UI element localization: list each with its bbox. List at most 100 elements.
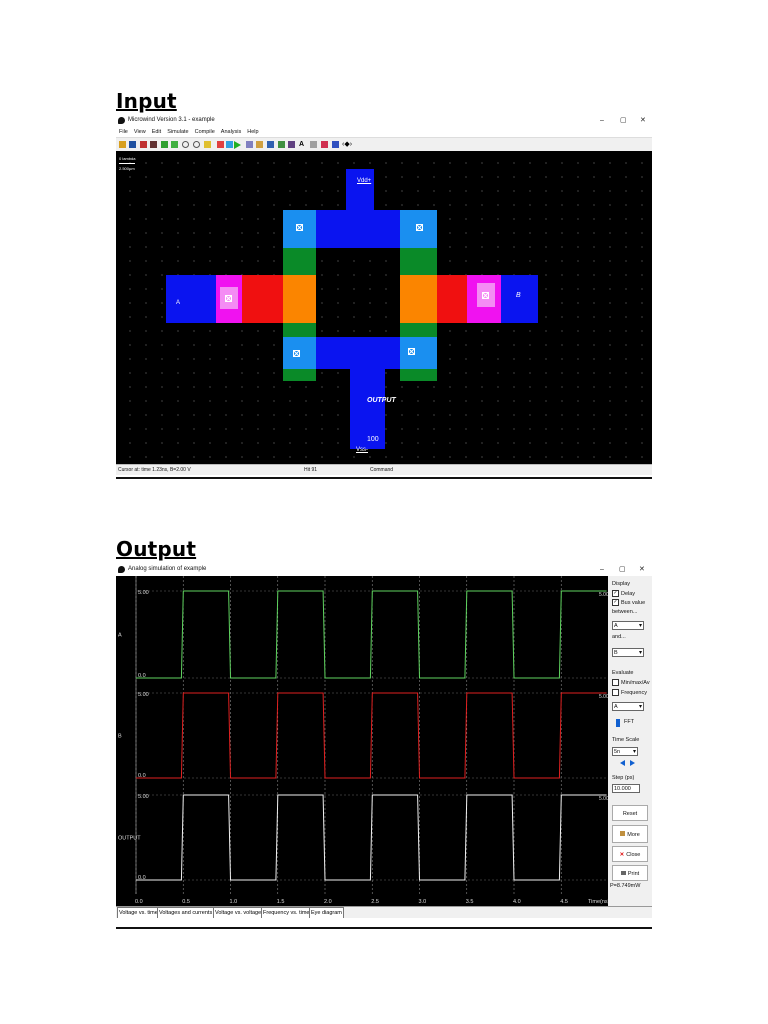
- close-button[interactable]: ✕: [640, 114, 646, 127]
- layout-canvas[interactable]: 0 lambda 2.500µm Vdd+ A B OUTPUT 100 Vss…: [116, 151, 652, 464]
- process-icon[interactable]: [288, 141, 295, 148]
- graph-icon[interactable]: [321, 141, 328, 148]
- open-icon[interactable]: [119, 141, 126, 148]
- cut-icon[interactable]: [217, 141, 224, 148]
- scale-bar: [119, 163, 135, 164]
- view-icon[interactable]: [226, 141, 233, 148]
- menu-file[interactable]: File: [119, 129, 128, 135]
- step-label: Step (ps): [612, 775, 635, 781]
- series-name-label: A: [118, 633, 122, 639]
- check-icon[interactable]: [267, 141, 274, 148]
- sim-maximize-button[interactable]: ▢: [619, 563, 626, 576]
- zoom-out-icon[interactable]: [193, 141, 200, 148]
- save-icon[interactable]: [129, 141, 136, 148]
- menu-compile[interactable]: Compile: [195, 129, 215, 135]
- ruler-icon[interactable]: [150, 141, 157, 148]
- layout-editor-window: Microwind Version 3.1 - example – ▢ ✕ Fi…: [116, 114, 652, 479]
- evaluate-select[interactable]: A: [612, 702, 644, 711]
- hit-status: Hit 91: [304, 467, 318, 473]
- input-b-label: B: [516, 292, 521, 299]
- x-tick-label: 1.0: [230, 899, 238, 905]
- contact-bottom-right-icon: [408, 348, 415, 355]
- sim-minimize-button[interactable]: –: [600, 563, 604, 576]
- text-icon[interactable]: A: [299, 141, 306, 148]
- mesh-icon[interactable]: [278, 141, 285, 148]
- frequency-label: Frequency: [621, 689, 647, 696]
- input-b-metal: [501, 275, 538, 323]
- between-label: between...: [612, 609, 638, 615]
- contact-b-icon: [482, 292, 489, 299]
- y-high-label: 5.00: [138, 692, 149, 698]
- pmos-right-active: [400, 248, 437, 276]
- step-input[interactable]: 10.000: [612, 784, 640, 793]
- zoom-in-icon[interactable]: [182, 141, 189, 148]
- layer-icon[interactable]: [171, 141, 178, 148]
- input-a-metal: [166, 275, 216, 323]
- bus-value-checkbox[interactable]: ✓ Bus value: [612, 599, 645, 606]
- between-select[interactable]: A: [612, 621, 644, 630]
- tab-frequency-vs-time[interactable]: Frequency vs. time: [261, 907, 312, 918]
- contact-a-icon: [225, 295, 232, 302]
- fit-icon[interactable]: [204, 141, 211, 148]
- series-name-label: B: [118, 734, 122, 740]
- minimize-button[interactable]: –: [600, 114, 604, 127]
- scroll-right-icon[interactable]: [630, 760, 635, 766]
- scale-label-um: 2.500µm: [119, 166, 135, 171]
- close-x-icon: ✕: [619, 852, 625, 858]
- menu-bar: File View Edit Simulate Compile Analysis Help: [116, 127, 652, 137]
- x-tick-label: 0.0: [135, 899, 143, 905]
- pen-icon[interactable]: [140, 141, 147, 148]
- more-button[interactable]: More: [612, 825, 648, 843]
- bus-value-label: Bus value: [621, 599, 646, 606]
- mos-icon[interactable]: [246, 141, 253, 148]
- y-low-label: 0.0: [138, 773, 146, 779]
- close-label: Close: [626, 852, 641, 858]
- nmos-left-active: [283, 323, 316, 337]
- move-arrows-icon[interactable]: ‹◆›: [342, 141, 355, 148]
- print-button[interactable]: Print: [612, 865, 648, 881]
- x-tick-label: 4.0: [513, 899, 521, 905]
- tab-voltages-and-currents[interactable]: Voltages and currents: [157, 907, 215, 918]
- frequency-checkbox[interactable]: Frequency: [612, 689, 647, 696]
- waveform-plot[interactable]: 5.00 0.0 A 5.00 5.00 0.0 B 5.00 5.00 0.0 OUTPUT 5.0…: [116, 576, 608, 906]
- fft-button[interactable]: FFT: [616, 718, 636, 728]
- delay-label: Delay: [621, 590, 636, 597]
- time-scale-select[interactable]: 5n: [612, 747, 638, 756]
- menu-edit[interactable]: Edit: [152, 129, 161, 135]
- reset-button[interactable]: Reset: [612, 805, 648, 821]
- nmos-right-active: [400, 323, 437, 337]
- fft-label: FFT: [624, 719, 635, 725]
- tab-voltage-vs-time[interactable]: Voltage vs. time: [117, 907, 160, 918]
- delay-checkbox[interactable]: ✓ Delay: [612, 590, 635, 597]
- right-value-label: 5.00: [599, 592, 608, 598]
- menu-help[interactable]: Help: [247, 129, 258, 135]
- tab-voltage-vs-voltage[interactable]: Voltage vs. voltage: [213, 907, 264, 918]
- value-100-label: 100: [367, 436, 379, 443]
- minmax-label: Min/max/Av: [621, 679, 650, 686]
- frequency-check-icon: [612, 689, 619, 696]
- menu-analysis[interactable]: Analysis: [221, 129, 241, 135]
- and-select[interactable]: B: [612, 648, 644, 657]
- printer-icon: [620, 871, 626, 875]
- menu-view[interactable]: View: [134, 129, 146, 135]
- close-sim-button[interactable]: ✕ Close: [612, 846, 648, 862]
- menu-simulate[interactable]: Simulate: [167, 129, 188, 135]
- sim-close-button[interactable]: ✕: [639, 563, 645, 576]
- x-tick-label: 2.5: [371, 899, 379, 905]
- nmos-left-bottom: [283, 369, 316, 381]
- run-simulation-icon[interactable]: [234, 141, 241, 149]
- maximize-button[interactable]: ▢: [620, 114, 627, 127]
- x-unit-label: Time(ns): [588, 899, 608, 905]
- nmos-right-bottom: [400, 369, 437, 381]
- wire-icon[interactable]: [256, 141, 263, 148]
- chip-icon[interactable]: [332, 141, 339, 148]
- minmax-checkbox[interactable]: Min/max/Av: [612, 679, 650, 686]
- right-value-label: 5.00: [599, 796, 608, 802]
- measure-icon[interactable]: [310, 141, 317, 148]
- contact-icon[interactable]: [161, 141, 168, 148]
- input-heading: Input: [116, 89, 177, 113]
- scroll-left-icon[interactable]: [620, 760, 625, 766]
- bus-check-icon: ✓: [612, 599, 619, 606]
- contact-bottom-left-icon: [293, 350, 300, 357]
- tab-eye-diagram[interactable]: Eye diagram: [309, 907, 344, 918]
